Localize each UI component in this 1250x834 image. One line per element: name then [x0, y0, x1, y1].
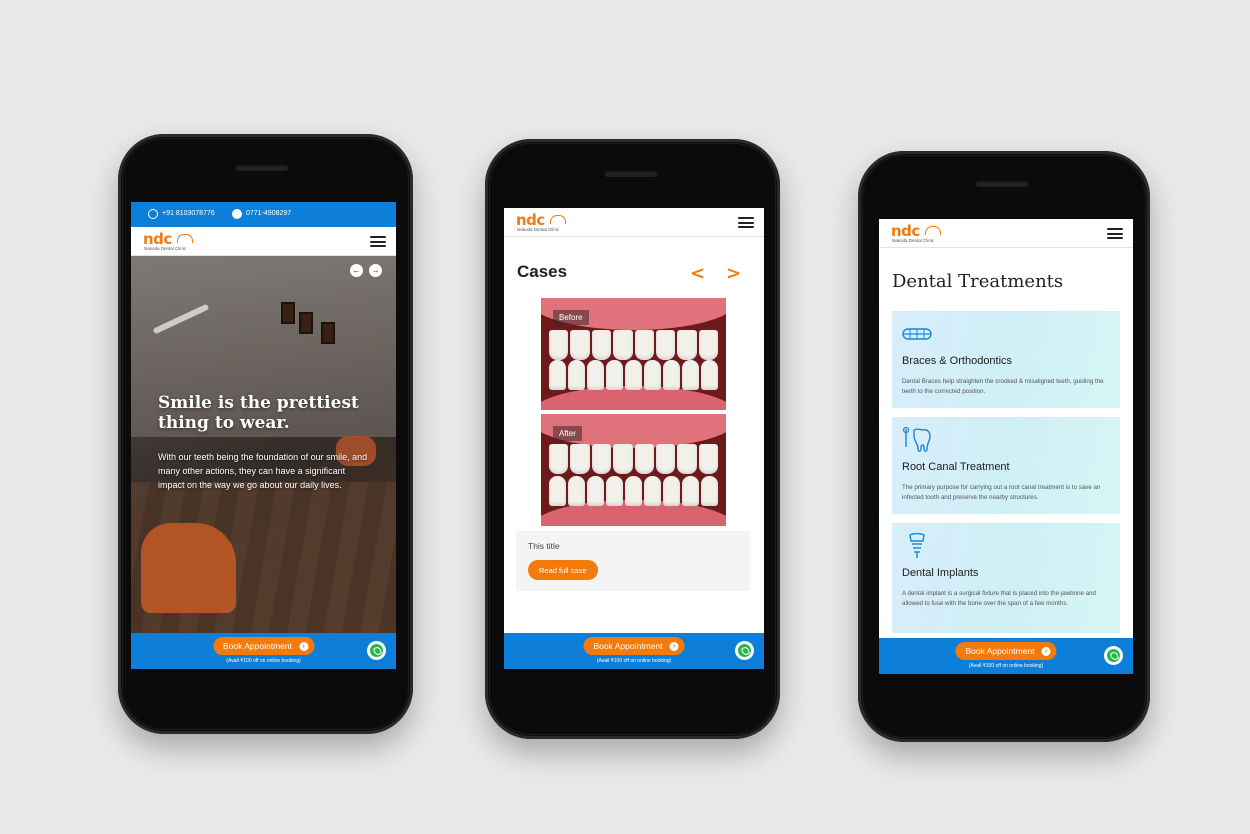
phone-1: +91 8103078776 0771-4908297 ndc Nakoda D…: [118, 134, 413, 734]
cases-next-button[interactable]: >: [726, 263, 741, 284]
case-card: This title Read full case: [516, 531, 750, 591]
bottom-booking-bar: Book Appointment › (Avail ₹100 off on on…: [504, 633, 764, 669]
treatment-name: Root Canal Treatment: [902, 461, 1010, 473]
cases-prev-button[interactable]: <: [690, 263, 705, 284]
phone-icon: [232, 209, 242, 219]
treatment-name: Dental Implants: [902, 567, 979, 579]
cases-title: Cases: [517, 262, 568, 281]
phone-number-1[interactable]: +91 8103078776: [162, 210, 215, 217]
braces-icon: [902, 328, 932, 340]
book-appointment-button[interactable]: Book Appointment ›: [213, 637, 314, 655]
read-full-case-button[interactable]: Read full case: [528, 560, 598, 580]
treatment-desc: The primary purpose for carrying out a r…: [902, 484, 1101, 501]
book-appointment-button[interactable]: Book Appointment ›: [955, 642, 1057, 660]
speaker: [604, 170, 658, 177]
phone-2: ndc Nakoda Dental Clinic Cases < > Befor…: [485, 139, 780, 739]
carousel-prev-button[interactable]: ←: [350, 264, 363, 277]
menu-icon[interactable]: [1107, 228, 1123, 239]
logo-crown-icon: [177, 234, 193, 243]
arrow-right-icon: ›: [299, 641, 308, 651]
discount-note: (Avail ₹100 off on online booking): [968, 663, 1044, 669]
arrow-right-icon: ›: [669, 641, 679, 651]
after-image: After: [541, 414, 726, 526]
before-label: Before: [553, 310, 589, 325]
case-title: This title: [528, 541, 560, 551]
treatment-desc: Dental Braces help straighten the crooke…: [902, 378, 1104, 395]
logo[interactable]: ndc Nakoda Dental Clinic: [891, 222, 951, 243]
carousel-next-button[interactable]: →: [369, 264, 382, 277]
after-label: After: [553, 426, 582, 441]
tooth-icon: [902, 427, 931, 452]
phone-3: ndc Nakoda Dental Clinic Dental Treatmen…: [858, 151, 1150, 742]
logo-crown-icon: [550, 215, 566, 224]
speaker: [235, 164, 289, 171]
navbar: ndc Nakoda Dental Clinic: [504, 208, 764, 237]
navbar: ndc Nakoda Dental Clinic: [879, 219, 1133, 248]
bottom-booking-bar: Book Appointment › (Avail ₹100 off on on…: [131, 633, 396, 669]
before-image: Before: [541, 298, 726, 410]
treatment-desc: A dental implant is a surgical fixture t…: [902, 590, 1096, 607]
book-appointment-label: Book Appointment: [593, 641, 663, 651]
treatment-card-braces[interactable]: Braces & Orthodontics Dental Braces help…: [892, 311, 1120, 408]
treatments-title: Dental Treatments: [892, 271, 1064, 292]
speaker: [975, 180, 1029, 187]
hero-title: Smile is the prettiest thing to wear.: [158, 393, 359, 433]
treatment-card-root-canal[interactable]: Root Canal Treatment The primary purpose…: [892, 417, 1120, 514]
logo[interactable]: ndc Nakoda Dental Clinic: [516, 211, 576, 232]
arrow-right-icon: ›: [1041, 646, 1051, 656]
whatsapp-icon[interactable]: [1104, 646, 1123, 665]
navbar: ndc Nakoda Dental Clinic: [131, 227, 396, 256]
menu-icon[interactable]: [738, 217, 754, 228]
logo-subtitle: Nakoda Dental Clinic: [517, 227, 560, 232]
logo[interactable]: ndc Nakoda Dental Clinic: [143, 230, 203, 251]
treatment-name: Braces & Orthodontics: [902, 355, 1013, 367]
contact-topbar: +91 8103078776 0771-4908297: [131, 202, 396, 227]
implant-icon: [909, 533, 925, 558]
whatsapp-icon[interactable]: [367, 641, 386, 660]
treatment-card-implants[interactable]: Dental Implants A dental implant is a su…: [892, 523, 1120, 633]
screen-home: +91 8103078776 0771-4908297 ndc Nakoda D…: [131, 202, 396, 669]
hero-text: With our teeth being the foundation of o…: [158, 452, 368, 490]
whatsapp-icon[interactable]: [735, 641, 754, 660]
discount-note: (Avail ₹100 off on online booking): [596, 658, 672, 664]
phone-number-2[interactable]: 0771-4908297: [246, 210, 291, 217]
bottom-booking-bar: Book Appointment › (Avail ₹100 off on on…: [879, 638, 1133, 674]
book-appointment-button[interactable]: Book Appointment ›: [583, 637, 685, 655]
logo-subtitle: Nakoda Dental Clinic: [892, 238, 935, 243]
mobile-icon: [148, 209, 158, 219]
logo-subtitle: Nakoda Dental Clinic: [144, 246, 187, 251]
book-appointment-label: Book Appointment: [965, 646, 1035, 656]
discount-note: (Avail ₹100 off on online booking): [226, 658, 301, 664]
menu-icon[interactable]: [370, 236, 386, 247]
hero-banner: ← → Smile is the prettiest thing to wear…: [131, 256, 396, 633]
logo-crown-icon: [925, 226, 941, 235]
screen-treatments: ndc Nakoda Dental Clinic Dental Treatmen…: [879, 219, 1133, 674]
screen-cases: ndc Nakoda Dental Clinic Cases < > Befor…: [504, 208, 764, 669]
book-appointment-label: Book Appointment: [223, 641, 292, 651]
